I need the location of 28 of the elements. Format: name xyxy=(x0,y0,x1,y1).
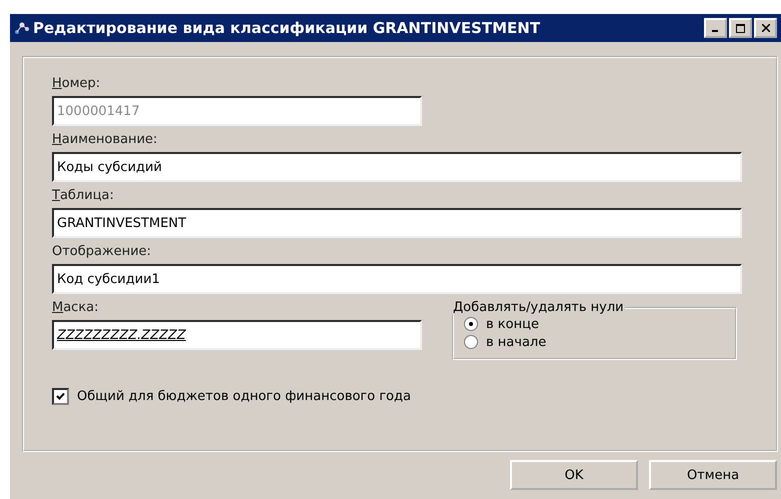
close-button[interactable] xyxy=(754,18,777,38)
dialog-button[interactable]: Отмена xyxy=(649,460,777,490)
network-nodes-icon xyxy=(14,20,30,36)
radio-button[interactable] xyxy=(464,335,478,349)
radio-button[interactable] xyxy=(464,317,478,331)
dialog-button[interactable]: OK xyxy=(510,460,638,490)
checkbox-label: Общий для бюджетов одного финансового года xyxy=(77,389,411,404)
radio-option[interactable]: в начале xyxy=(464,333,735,351)
field-label: Маска: xyxy=(52,300,99,316)
field-label: Таблица: xyxy=(52,188,114,204)
field-label: Отображение: xyxy=(52,244,152,260)
radio-label: в начале xyxy=(486,334,546,350)
close-icon xyxy=(762,24,770,32)
checkmark-icon xyxy=(56,392,65,401)
radio-label: в конце xyxy=(486,316,539,332)
text-field[interactable]: GRANTINVESTMENT xyxy=(52,208,742,238)
maximize-button[interactable] xyxy=(729,18,752,38)
window-title: Редактирование вида классификации GRANTINVESTMENT xyxy=(33,19,542,37)
radio-option[interactable]: в конце xyxy=(464,315,735,333)
text-field[interactable]: Коды субсидий xyxy=(52,152,742,182)
checkbox[interactable] xyxy=(52,388,69,405)
group-title: Добавлять/удалять нули xyxy=(452,300,625,315)
field-label: Наименование: xyxy=(52,132,158,148)
field-label: Номер: xyxy=(52,76,100,92)
text-field[interactable]: ZZZZZZZZZ.ZZZZZ xyxy=(52,320,422,350)
minimize-button[interactable] xyxy=(704,18,727,38)
maximize-icon xyxy=(736,24,745,32)
text-field[interactable]: Код субсидии1 xyxy=(52,264,742,294)
